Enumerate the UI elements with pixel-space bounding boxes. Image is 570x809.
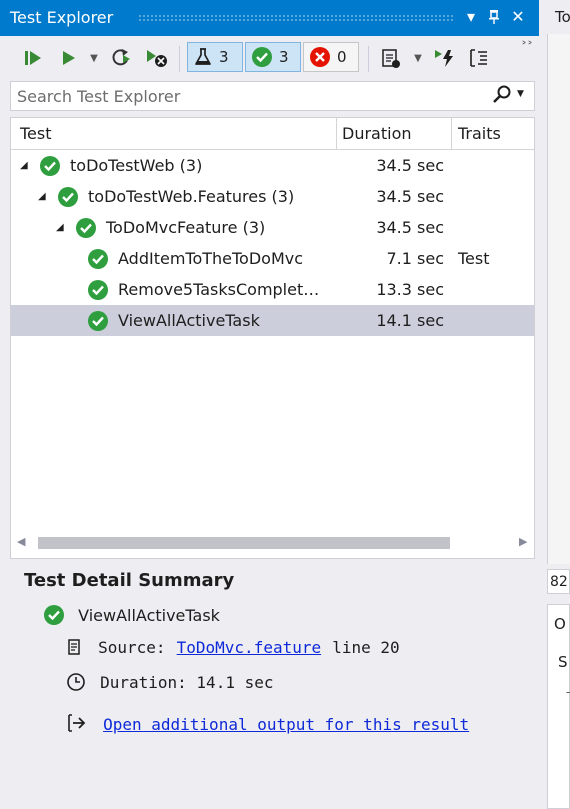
run-dropdown-button[interactable]: ▼	[86, 43, 102, 73]
expand-arrow-icon[interactable]: ◢	[56, 212, 64, 243]
cancel-button[interactable]	[144, 43, 170, 73]
detail-duration: Duration: 14.1 sec	[100, 673, 274, 692]
detail-test-name-line: ViewAllActiveTask	[43, 604, 220, 626]
search-options-icon[interactable]: ▼	[517, 89, 524, 99]
close-icon[interactable]: ✕	[507, 4, 529, 30]
toolbar-separator	[179, 46, 180, 72]
detail-source-line: Source: ToDoMvc.feature line 20	[66, 638, 400, 657]
source-file-link[interactable]: ToDoMvc.feature	[177, 638, 322, 657]
passed-icon	[44, 605, 64, 625]
group-by-icon	[470, 49, 487, 67]
detail-output-line: Open additional output for this result	[66, 713, 469, 734]
failed-tests-filter[interactable]: 0	[303, 42, 359, 72]
title-bar: Test Explorer ▾ ✕	[0, 0, 539, 36]
test-row[interactable]: ◢ toDoTestWeb.Features (3) 34.5 sec	[11, 181, 534, 212]
test-detail-summary: Test Detail Summary ViewAllActiveTask So…	[10, 562, 539, 809]
test-duration: 34.5 sec	[376, 218, 444, 237]
group-by-button[interactable]	[466, 43, 492, 73]
test-name: Remove5TasksComplet…	[118, 280, 320, 299]
chevron-down-icon: ▼	[90, 52, 98, 64]
test-name: ToDoMvcFeature (3)	[106, 218, 266, 237]
run-icon	[63, 51, 75, 65]
test-name: toDoTestWeb (3)	[70, 156, 203, 175]
open-output-icon	[68, 714, 86, 732]
test-row[interactable]: ViewAllActiveTask 14.1 sec	[11, 305, 534, 336]
test-duration: 13.3 sec	[376, 280, 444, 299]
failed-tests-count: 0	[337, 48, 347, 66]
clock-icon	[67, 673, 85, 691]
toolbar: ▼ 3 3 0 ▼ ˃˃	[0, 36, 539, 80]
adjacent-output: O S -	[547, 604, 570, 809]
test-row[interactable]: AddItemToTheToDoMvc 7.1 sec Test	[11, 243, 534, 274]
run-button[interactable]	[58, 43, 80, 73]
repeat-last-run-button[interactable]	[110, 43, 136, 73]
test-duration: 34.5 sec	[376, 156, 444, 175]
run-all-button[interactable]	[22, 43, 46, 73]
test-duration: 14.1 sec	[376, 311, 444, 330]
run-after-build-icon	[435, 50, 453, 67]
toolbar-overflow-icon[interactable]: ˃˃	[521, 40, 533, 54]
all-tests-filter[interactable]: 3	[187, 42, 243, 72]
test-duration: 34.5 sec	[376, 187, 444, 206]
detail-source-line-number: line 20	[332, 638, 400, 657]
run-all-icon	[25, 51, 41, 65]
test-row[interactable]: Remove5TasksComplet… 13.3 sec	[11, 274, 534, 305]
adjacent-tab[interactable]: To	[555, 8, 570, 26]
playlist-button[interactable]	[378, 43, 404, 73]
dropdown-icon[interactable]: ▾	[460, 4, 482, 30]
test-trait: Test	[458, 249, 490, 268]
test-name: AddItemToTheToDoMvc	[118, 249, 304, 268]
adjacent-editor	[547, 34, 570, 564]
refresh-run-icon	[112, 49, 130, 66]
scrollbar-thumb[interactable]	[38, 537, 450, 549]
column-header-label: Traits	[458, 124, 501, 143]
run-after-build-button[interactable]	[432, 43, 458, 73]
detail-title: Test Detail Summary	[24, 570, 235, 591]
test-tree: Test Duration Traits ◢ toDoTestWeb (3) 34.…	[10, 117, 535, 559]
pin-icon[interactable]	[483, 4, 505, 30]
all-tests-count: 3	[219, 48, 229, 66]
column-header-label: Test	[20, 124, 52, 143]
column-header-traits[interactable]: Traits	[452, 118, 534, 150]
search-icon[interactable]	[491, 84, 515, 110]
passed-icon	[252, 47, 272, 67]
horizontal-scrollbar[interactable]: ◀ ▶	[11, 532, 534, 554]
detail-test-name: ViewAllActiveTask	[78, 606, 220, 625]
window-title: Test Explorer	[10, 8, 114, 27]
adjacent-output-line: O	[554, 615, 566, 633]
column-header-duration[interactable]: Duration	[337, 118, 452, 150]
column-header-test[interactable]: Test	[11, 118, 337, 150]
adjacent-output-line: -	[566, 685, 570, 699]
adjacent-output-line: S	[558, 653, 568, 671]
toolbar-separator	[368, 46, 369, 72]
document-icon	[68, 639, 80, 655]
scroll-left-icon[interactable]: ◀	[17, 535, 25, 548]
cancel-run-icon	[147, 50, 167, 67]
expand-arrow-icon[interactable]: ◢	[20, 150, 28, 181]
failed-icon	[310, 47, 330, 67]
expand-arrow-icon[interactable]: ◢	[38, 181, 46, 212]
detail-duration-line: Duration: 14.1 sec	[66, 672, 273, 692]
chevron-down-icon: ▼	[414, 52, 422, 64]
test-duration: 7.1 sec	[386, 249, 444, 268]
flask-icon	[195, 48, 211, 65]
playlist-icon	[382, 49, 400, 68]
open-additional-output-link[interactable]: Open additional output for this result	[103, 715, 469, 734]
search-box: ▼	[10, 81, 535, 111]
scroll-right-icon[interactable]: ▶	[519, 535, 527, 548]
passed-tests-filter[interactable]: 3	[245, 42, 301, 72]
detail-source-label: Source:	[98, 638, 166, 657]
passed-icon	[87, 310, 109, 342]
search-input[interactable]	[17, 85, 477, 107]
test-name: toDoTestWeb.Features (3)	[88, 187, 295, 206]
adjacent-field[interactable]: 82	[547, 569, 570, 594]
column-header-label: Duration	[342, 124, 412, 143]
adjacent-pane: To 82 O S -	[539, 0, 570, 809]
playlist-dropdown-button[interactable]: ▼	[410, 43, 426, 73]
test-row[interactable]: ◢ ToDoMvcFeature (3) 34.5 sec	[11, 212, 534, 243]
test-name: ViewAllActiveTask	[118, 311, 260, 330]
title-grip	[138, 14, 454, 22]
test-row[interactable]: ◢ toDoTestWeb (3) 34.5 sec	[11, 150, 534, 181]
passed-tests-count: 3	[279, 48, 289, 66]
